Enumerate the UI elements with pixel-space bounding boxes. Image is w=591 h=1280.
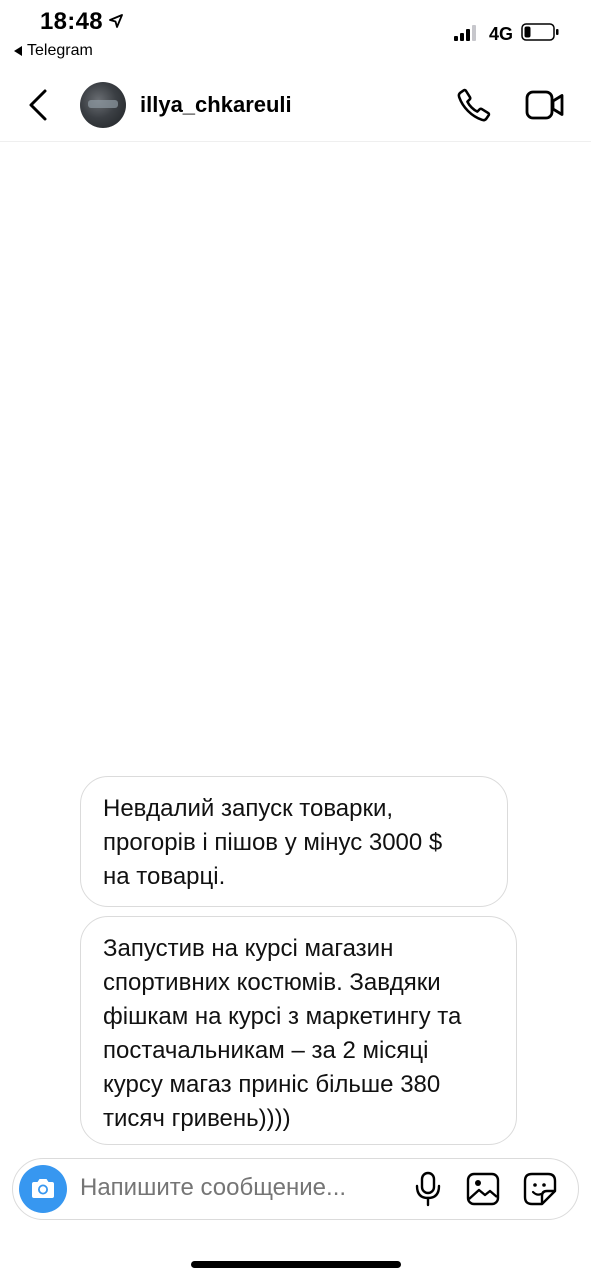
camera-icon bbox=[32, 1179, 54, 1198]
message-line: постачальникам – за 2 місяці bbox=[103, 1037, 429, 1064]
phone-icon[interactable] bbox=[456, 87, 492, 128]
microphone-icon[interactable] bbox=[413, 1171, 443, 1212]
back-to-app-link[interactable]: Telegram bbox=[14, 42, 93, 60]
camera-button[interactable] bbox=[19, 1165, 67, 1213]
home-indicator[interactable] bbox=[191, 1261, 401, 1268]
video-camera-icon[interactable] bbox=[525, 90, 565, 125]
status-time: 18:48 bbox=[40, 8, 103, 35]
back-app-label: Telegram bbox=[27, 42, 93, 59]
message-line: тисяч гривень)))) bbox=[103, 1105, 291, 1132]
message-line: прогорів і пішов у мінус 3000 $ bbox=[103, 829, 443, 856]
message-line: курсу магаз приніс більше 380 bbox=[103, 1071, 441, 1098]
message-line: Невдалий запуск товарки, bbox=[103, 795, 394, 822]
battery-icon bbox=[521, 23, 559, 41]
message-bubble[interactable]: Запустив на курсі магазин спортивних кос… bbox=[80, 916, 517, 1145]
back-triangle-icon bbox=[14, 46, 22, 56]
network-type: 4G bbox=[489, 24, 514, 44]
message-bubble[interactable]: Невдалий запуск товарки, прогорів і пішо… bbox=[80, 776, 508, 907]
cellular-signal-icon bbox=[454, 25, 476, 41]
location-arrow-icon bbox=[109, 14, 123, 33]
chat-username[interactable]: illya_chkareuli bbox=[140, 92, 292, 118]
gallery-icon[interactable] bbox=[466, 1172, 500, 1211]
message-line: Запустив на курсі магазин bbox=[103, 935, 394, 962]
sticker-icon[interactable] bbox=[523, 1172, 557, 1211]
message-input[interactable] bbox=[80, 1174, 400, 1202]
back-button[interactable] bbox=[26, 88, 50, 127]
avatar[interactable] bbox=[80, 82, 126, 128]
message-line: на товарці. bbox=[103, 863, 226, 890]
message-line: спортивних костюмів. Завдяки bbox=[103, 969, 441, 996]
message-line: фішкам на курсі з маркетингу та bbox=[103, 1003, 462, 1030]
header-divider bbox=[0, 141, 591, 142]
